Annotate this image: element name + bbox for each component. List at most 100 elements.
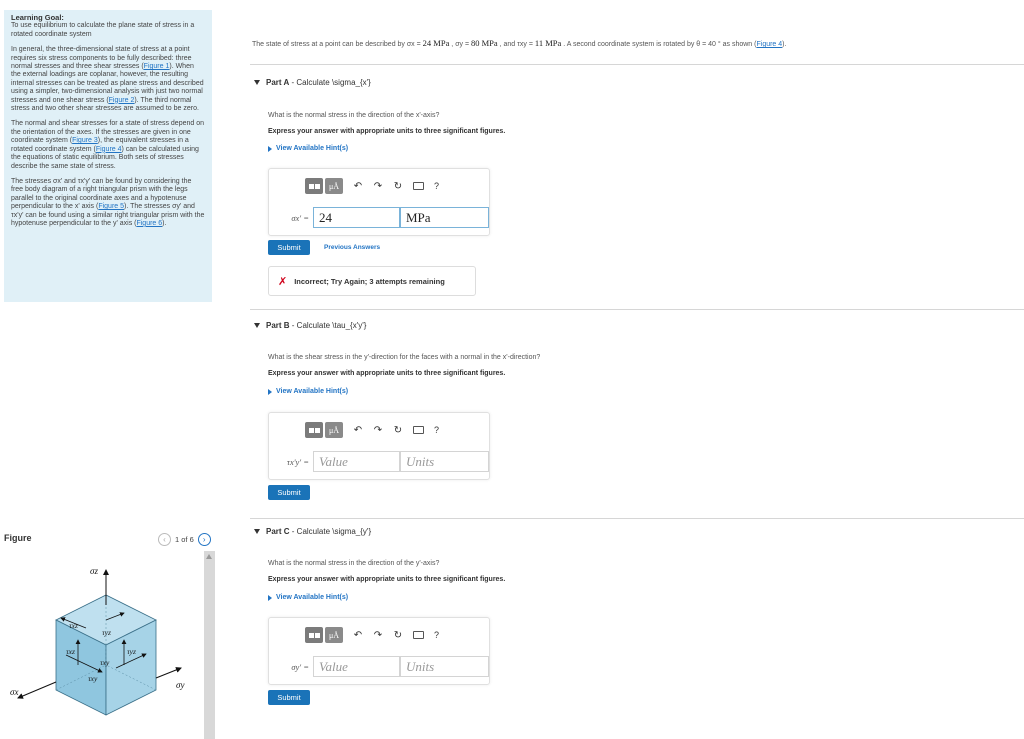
chevron-left-icon[interactable]: ‹	[158, 533, 171, 546]
figure-4-link-intro[interactable]: Figure 4	[756, 41, 782, 48]
part-b-hints-link[interactable]: View Available Hint(s)	[268, 388, 348, 395]
keyboard-icon[interactable]	[413, 182, 424, 190]
figure-counter: 1 of 6	[175, 535, 194, 544]
tau-xy-bottom-label: τxy	[88, 674, 98, 683]
part-c-variable-label: σy' =	[291, 661, 309, 672]
expand-triangle-icon	[268, 388, 272, 395]
goal-paragraph-1: In general, the three-dimensional state …	[11, 46, 204, 113]
goal-paragraph-3: The stresses σx' and τx'y' can be found …	[11, 177, 205, 227]
reset-icon[interactable]: ↻	[393, 181, 403, 192]
templates-icon[interactable]	[305, 627, 323, 643]
part-b-submit-button[interactable]: Submit	[268, 485, 310, 500]
collapse-triangle-icon[interactable]	[254, 529, 260, 534]
figure-1-link[interactable]: Figure 1	[144, 63, 170, 70]
incorrect-x-icon: ✗	[278, 275, 288, 288]
part-b-variable-label: τx'y' =	[286, 456, 309, 467]
part-a-question: What is the normal stress in the directi…	[268, 112, 440, 119]
reset-icon[interactable]: ↻	[393, 630, 403, 641]
tau-xy-front-label: τxy	[100, 658, 110, 667]
part-a-submit-button[interactable]: Submit	[268, 240, 310, 255]
figure-2-link[interactable]: Figure 2	[109, 97, 135, 104]
part-c-header[interactable]: Part C - Calculate \sigma_{y'}	[254, 527, 371, 536]
keyboard-icon[interactable]	[413, 426, 424, 434]
part-b-unit-input[interactable]: Units	[400, 451, 489, 472]
part-b-header[interactable]: Part B - Calculate \tau_{x'y'}	[254, 321, 366, 330]
figure-pager: ‹ 1 of 6 ›	[158, 533, 211, 546]
part-a-feedback: ✗ Incorrect; Try Again; 3 attempts remai…	[268, 266, 476, 296]
part-c-answer-box: μÅ ↶ ↷ ↻ ? σy' = Value Units	[268, 617, 490, 685]
part-b-answer-box: μÅ ↶ ↷ ↻ ? τx'y' = Value Units	[268, 412, 490, 480]
learning-goal-panel: Learning Goal: To use equilibrium to cal…	[4, 10, 212, 302]
part-c-instruction: Express your answer with appropriate uni…	[268, 576, 506, 583]
help-icon[interactable]: ?	[434, 181, 439, 191]
math-toolbar: μÅ ↶ ↷ ↻ ?	[305, 627, 439, 643]
redo-icon[interactable]: ↷	[373, 181, 383, 192]
templates-icon[interactable]	[305, 422, 323, 438]
tau-yz-top-label: τyz	[102, 628, 111, 637]
units-button[interactable]: μÅ	[325, 178, 343, 194]
part-b-instruction: Express your answer with appropriate uni…	[268, 370, 506, 377]
sigma-x-value: 24 MPa	[422, 38, 450, 48]
stress-cube-figure: σz σx σy τxz τyz τxz τxy τyz τxy	[10, 566, 184, 716]
part-a-instruction: Express your answer with appropriate uni…	[268, 128, 506, 135]
templates-icon[interactable]	[305, 178, 323, 194]
figure-scrollbar[interactable]	[204, 551, 215, 739]
chevron-right-icon[interactable]: ›	[197, 533, 211, 546]
learning-goal-heading: Learning Goal:	[11, 13, 64, 22]
redo-icon[interactable]: ↷	[373, 630, 383, 641]
sigma-y-label: σy	[176, 680, 184, 690]
figure-title: Figure	[4, 533, 32, 543]
tau-yz-right-label: τyz	[127, 647, 136, 656]
math-toolbar: μÅ ↶ ↷ ↻ ?	[305, 422, 439, 438]
feedback-text: Incorrect; Try Again; 3 attempts remaini…	[294, 276, 445, 286]
undo-icon[interactable]: ↶	[353, 630, 363, 641]
figure-6-link[interactable]: Figure 6	[136, 220, 162, 227]
part-b-question: What is the shear stress in the y'-direc…	[268, 354, 541, 361]
part-b-field-row: τx'y' = Value Units	[275, 451, 489, 472]
expand-triangle-icon	[268, 594, 272, 601]
part-b-value-input[interactable]: Value	[313, 451, 400, 472]
collapse-triangle-icon[interactable]	[254, 323, 260, 328]
part-a-header[interactable]: Part A - Calculate \sigma_{x'}	[254, 78, 371, 87]
redo-icon[interactable]: ↷	[373, 425, 383, 436]
math-toolbar: μÅ ↶ ↷ ↻ ?	[305, 178, 439, 194]
figure-5-link[interactable]: Figure 5	[98, 203, 124, 210]
divider	[250, 309, 1024, 310]
part-c-field-row: σy' = Value Units	[275, 656, 489, 677]
learning-goal-statement: To use equilibrium to calculate the plan…	[11, 22, 195, 38]
figure-4-link[interactable]: Figure 4	[96, 146, 122, 153]
previous-answers-link[interactable]: Previous Answers	[324, 244, 380, 251]
part-c-value-input[interactable]: Value	[313, 656, 400, 677]
help-icon[interactable]: ?	[434, 630, 439, 640]
keyboard-icon[interactable]	[413, 631, 424, 639]
part-c-unit-input[interactable]: Units	[400, 656, 489, 677]
part-a-answer-box: μÅ ↶ ↷ ↻ ? σx' = 24 MPa	[268, 168, 490, 236]
sigma-y-arrow	[155, 667, 182, 679]
part-c-hints-link[interactable]: View Available Hint(s)	[268, 594, 348, 601]
scroll-up-arrow-icon[interactable]	[206, 554, 212, 559]
help-icon[interactable]: ?	[434, 425, 439, 435]
reset-icon[interactable]: ↻	[393, 425, 403, 436]
expand-triangle-icon	[268, 145, 272, 152]
tau-xy-value: 11 MPa	[534, 38, 562, 48]
sigma-x-arrow	[17, 681, 57, 699]
divider	[250, 518, 1024, 519]
problem-statement: The state of stress at a point can be de…	[252, 38, 787, 48]
part-a-hints-link[interactable]: View Available Hint(s)	[268, 145, 348, 152]
undo-icon[interactable]: ↶	[353, 425, 363, 436]
part-c-submit-button[interactable]: Submit	[268, 690, 310, 705]
tau-xz-front-label: τxz	[66, 647, 75, 656]
undo-icon[interactable]: ↶	[353, 181, 363, 192]
sigma-z-label: σz	[90, 566, 98, 576]
figure-3-link[interactable]: Figure 3	[72, 137, 98, 144]
sigma-x-label: σx	[10, 687, 18, 697]
part-a-field-row: σx' = 24 MPa	[275, 207, 489, 228]
units-button[interactable]: μÅ	[325, 422, 343, 438]
units-button[interactable]: μÅ	[325, 627, 343, 643]
part-a-unit-input[interactable]: MPa	[400, 207, 489, 228]
part-a-variable-label: σx' =	[291, 212, 309, 223]
goal-paragraph-2: The normal and shear stresses for a stat…	[11, 120, 204, 170]
divider	[250, 64, 1024, 65]
part-a-value-input[interactable]: 24	[313, 207, 400, 228]
collapse-triangle-icon[interactable]	[254, 80, 260, 85]
